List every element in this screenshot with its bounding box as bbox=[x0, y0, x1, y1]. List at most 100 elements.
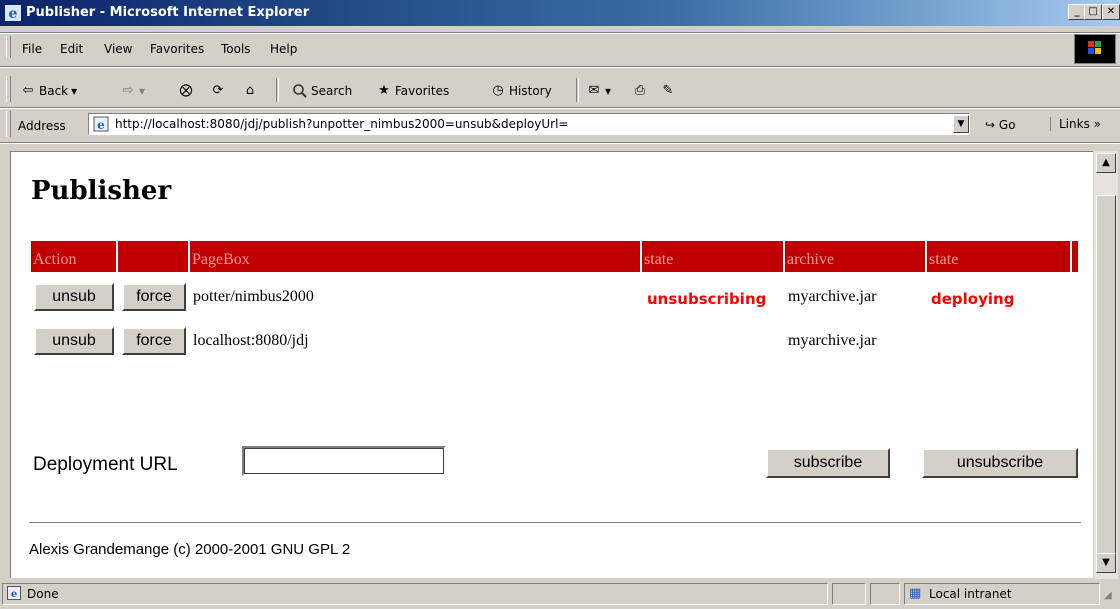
scroll-up-icon[interactable]: ▲ bbox=[1096, 153, 1116, 173]
pagebox-name: localhost:8080/jdj bbox=[193, 332, 309, 349]
search-icon bbox=[293, 84, 307, 98]
go-label: Go bbox=[998, 118, 1016, 132]
history-clock-icon: ◷ bbox=[492, 83, 504, 98]
mail-button[interactable]: ✉ ▾ bbox=[586, 81, 611, 101]
page-content: Publisher Action PageBox state archive s… bbox=[10, 151, 1093, 578]
deployment-url-label: Deployment URL bbox=[33, 454, 178, 475]
svg-text:e: e bbox=[11, 589, 17, 600]
windows-logo-icon bbox=[1088, 41, 1101, 54]
deployment-url-input[interactable] bbox=[242, 446, 446, 476]
toolbar-divider-2 bbox=[576, 78, 579, 102]
address-label: Address bbox=[18, 119, 66, 133]
back-dropdown-icon[interactable]: ▾ bbox=[71, 84, 77, 98]
mail-dropdown-icon[interactable]: ▾ bbox=[605, 84, 611, 98]
menu-favorites[interactable]: Favorites bbox=[150, 42, 204, 56]
go-button[interactable]: ↪ Go bbox=[985, 118, 1016, 132]
address-bottom-border bbox=[0, 142, 1120, 144]
status-zone-panel: ▦ Local intranet bbox=[904, 583, 1100, 605]
favorites-folder-icon: ★ bbox=[378, 83, 390, 98]
subscribe-button[interactable]: subscribe bbox=[766, 448, 890, 478]
print-button[interactable]: ⎙ bbox=[632, 81, 648, 101]
menu-grip bbox=[6, 36, 11, 58]
address-top-border bbox=[0, 107, 1120, 109]
history-label: History bbox=[509, 84, 552, 98]
column-header-end bbox=[1072, 241, 1078, 272]
menu-bar: File Edit View Favorites Tools Help bbox=[0, 36, 1120, 60]
column-header-archive: archive bbox=[785, 241, 925, 272]
status-panel-main: e Done bbox=[2, 583, 828, 605]
svg-text:e: e bbox=[9, 6, 18, 22]
pagebox-name: potter/nimbus2000 bbox=[193, 288, 314, 305]
vertical-scrollbar[interactable]: ▲ ▼ bbox=[1094, 151, 1118, 579]
edit-page-button[interactable]: ✎ bbox=[660, 81, 676, 101]
mail-icon: ✉ bbox=[588, 83, 600, 98]
intranet-zone-icon: ▦ bbox=[909, 586, 922, 601]
print-icon: ⎙ bbox=[634, 83, 646, 98]
footer-copyright: Alexis Grandemange (c) 2000-2001 GNU GPL… bbox=[29, 541, 351, 558]
menu-edit[interactable]: Edit bbox=[60, 42, 83, 56]
refresh-icon: ⟳ bbox=[212, 83, 224, 98]
subscription-state: unsubscribing bbox=[647, 290, 767, 308]
stop-button[interactable]: ⨂ bbox=[178, 81, 194, 101]
links-button[interactable]: Links » bbox=[1050, 117, 1101, 131]
title-bar: e Publisher - Microsoft Internet Explore… bbox=[0, 0, 1120, 26]
home-button[interactable]: ⌂ bbox=[242, 81, 258, 101]
menu-tools[interactable]: Tools bbox=[221, 42, 251, 56]
favorites-button[interactable]: ★ Favorites bbox=[376, 81, 449, 101]
toolbar-grip bbox=[6, 76, 11, 102]
unsub-button[interactable]: unsub bbox=[34, 327, 114, 355]
column-header-action: Action bbox=[31, 241, 116, 272]
force-button[interactable]: force bbox=[122, 283, 186, 311]
scroll-down-icon[interactable]: ▼ bbox=[1096, 553, 1116, 573]
maximize-button[interactable]: □ bbox=[1084, 4, 1102, 20]
force-button[interactable]: force bbox=[122, 327, 186, 355]
menu-view[interactable]: View bbox=[104, 42, 132, 56]
page-ie-icon: e bbox=[93, 116, 109, 132]
back-button[interactable]: ⇦ Back ▾ bbox=[20, 81, 78, 101]
menu-file[interactable]: File bbox=[22, 42, 42, 56]
archive-state: deploying bbox=[931, 290, 1015, 308]
column-header-blank bbox=[118, 241, 188, 272]
stop-icon: ⨂ bbox=[179, 83, 193, 98]
status-panel-2 bbox=[832, 583, 866, 605]
ie-logo-icon: e bbox=[5, 5, 21, 22]
column-header-archive-state: state bbox=[927, 241, 1070, 272]
address-dropdown-icon[interactable]: ▼ bbox=[953, 115, 969, 133]
go-arrow-icon: ↪ bbox=[985, 118, 996, 132]
refresh-button[interactable]: ⟳ bbox=[210, 81, 226, 101]
unsub-button[interactable]: unsub bbox=[34, 283, 114, 311]
menu-help[interactable]: Help bbox=[270, 42, 297, 56]
unsubscribe-button[interactable]: unsubscribe bbox=[922, 448, 1078, 478]
archive-name: myarchive.jar bbox=[788, 332, 877, 349]
back-label: Back bbox=[39, 84, 69, 98]
address-input[interactable]: e http://localhost:8080/jdj/publish?unpo… bbox=[88, 113, 970, 135]
resize-grip-icon[interactable]: ◢ bbox=[1104, 590, 1112, 601]
search-button[interactable]: Search bbox=[292, 81, 352, 101]
address-grip bbox=[6, 111, 11, 137]
column-header-state: state bbox=[642, 241, 783, 272]
edit-icon: ✎ bbox=[662, 83, 674, 98]
history-button[interactable]: ◷ History bbox=[490, 81, 552, 101]
footer-divider bbox=[29, 522, 1081, 524]
status-panel-3 bbox=[870, 583, 900, 605]
archive-name: myarchive.jar bbox=[788, 288, 877, 305]
home-icon: ⌂ bbox=[245, 83, 255, 98]
status-text: Done bbox=[27, 587, 59, 601]
back-arrow-icon: ⇦ bbox=[22, 83, 34, 98]
close-button[interactable]: ✕ bbox=[1102, 4, 1120, 20]
ie-throbber-logo bbox=[1074, 34, 1116, 64]
address-url: http://localhost:8080/jdj/publish?unpott… bbox=[115, 117, 569, 131]
window-title: Publisher - Microsoft Internet Explorer bbox=[26, 5, 310, 20]
toolbar-top-border bbox=[0, 66, 1120, 68]
favorites-label: Favorites bbox=[395, 84, 450, 98]
status-bar: e Done ▦ Local intranet ◢ bbox=[0, 580, 1120, 609]
search-label: Search bbox=[311, 84, 353, 98]
menu-top-border bbox=[0, 32, 1120, 34]
forward-dropdown-icon[interactable]: ▾ bbox=[139, 84, 145, 98]
zone-text: Local intranet bbox=[929, 587, 1012, 601]
page-title: Publisher bbox=[31, 176, 172, 206]
svg-text:e: e bbox=[97, 118, 105, 132]
page-icon: e bbox=[7, 586, 21, 600]
forward-button[interactable]: ⇨ ▾ bbox=[120, 81, 145, 101]
scroll-thumb[interactable] bbox=[1096, 195, 1116, 573]
